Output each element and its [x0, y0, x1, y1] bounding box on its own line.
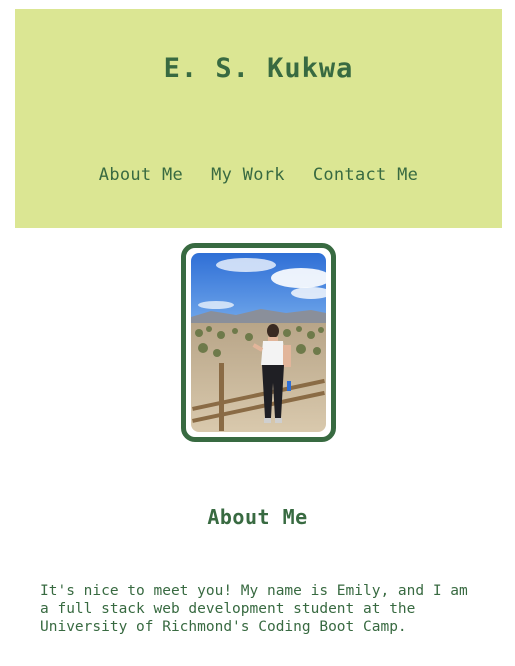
nav-link-about-me[interactable]: About Me	[99, 165, 183, 185]
nav-link-contact-me[interactable]: Contact Me	[313, 165, 418, 185]
main-nav: About Me My Work Contact Me	[15, 165, 502, 185]
site-header: E. S. Kukwa About Me My Work Contact Me	[15, 9, 502, 228]
profile-photo	[191, 253, 326, 432]
about-me-text: It's nice to meet you! My name is Emily,…	[40, 583, 468, 635]
about-me-heading: About Me	[207, 505, 308, 529]
profile-photo-frame	[181, 243, 336, 442]
page: E. S. Kukwa About Me My Work Contact Me	[0, 0, 515, 666]
nav-link-my-work[interactable]: My Work	[211, 165, 285, 185]
site-title: E. S. Kukwa	[163, 53, 354, 84]
